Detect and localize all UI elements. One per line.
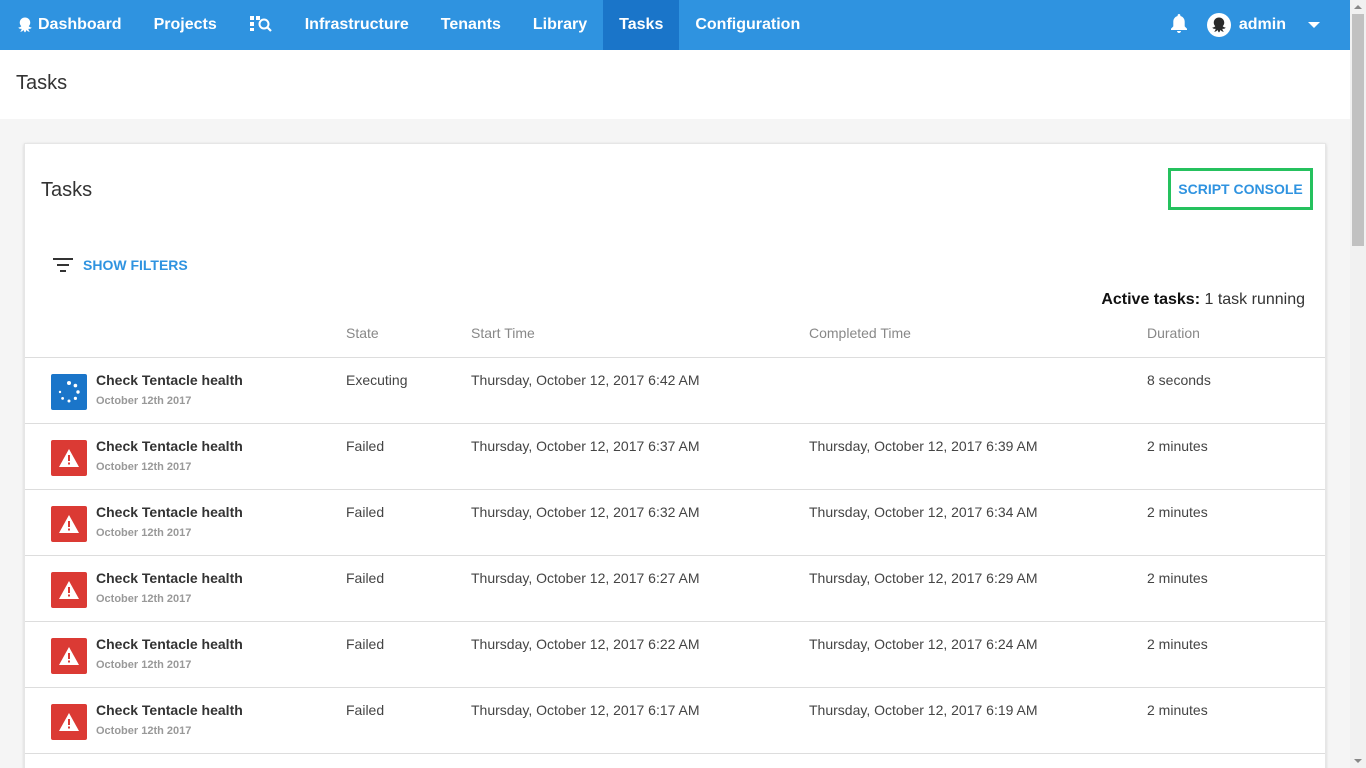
task-completed-time: Thursday, October 12, 2017 6:24 AM	[809, 636, 1038, 652]
task-date: October 12th 2017	[96, 659, 192, 671]
active-tasks-label: Active tasks:	[1101, 291, 1201, 308]
task-duration: 2 minutes	[1147, 504, 1208, 520]
notifications-button[interactable]	[1151, 0, 1207, 50]
task-start-time: Thursday, October 12, 2017 6:22 AM	[471, 636, 700, 652]
warning-icon	[51, 572, 87, 608]
task-date: October 12th 2017	[96, 527, 192, 539]
task-start-time: Thursday, October 12, 2017 6:37 AM	[471, 438, 700, 454]
page-header: Tasks	[0, 50, 1350, 119]
active-tasks-value: 1 task running	[1204, 291, 1305, 308]
task-completed-time: Thursday, October 12, 2017 6:39 AM	[809, 438, 1038, 454]
octopus-icon	[16, 16, 34, 34]
task-name[interactable]: Check Tentacle health	[96, 438, 243, 454]
chevron-down-icon	[1308, 21, 1320, 29]
table-header: State Start Time Completed Time Duration	[25, 324, 1325, 358]
task-duration: 8 seconds	[1147, 372, 1211, 388]
header-completed-time: Completed Time	[809, 325, 911, 341]
header-state: State	[346, 325, 379, 341]
task-start-time: Thursday, October 12, 2017 6:27 AM	[471, 570, 700, 586]
task-duration: 2 minutes	[1147, 570, 1208, 586]
nav-tasks[interactable]: Tasks	[603, 0, 680, 50]
nav-infrastructure[interactable]: Infrastructure	[289, 0, 425, 50]
task-state: Failed	[346, 438, 385, 454]
scroll-down-icon[interactable]	[1350, 754, 1366, 768]
task-start-time: Thursday, October 12, 2017 6:42 AM	[471, 372, 700, 388]
nav-configuration-label: Configuration	[695, 16, 801, 33]
active-tasks-summary: Active tasks: 1 task running	[1101, 291, 1305, 309]
task-name[interactable]: Check Tentacle health	[96, 702, 243, 718]
task-completed-time: Thursday, October 12, 2017 6:19 AM	[809, 702, 1038, 718]
task-duration: 2 minutes	[1147, 438, 1208, 454]
search-resources-icon	[249, 14, 273, 37]
task-name[interactable]: Check Tentacle health	[96, 372, 243, 388]
user-name: admin	[1238, 16, 1286, 33]
scrollbar-thumb[interactable]	[1352, 14, 1364, 246]
task-date: October 12th 2017	[96, 395, 192, 407]
table-row[interactable]: Check Tentacle health October 12th 2017 …	[25, 424, 1325, 490]
tasks-card: Tasks SCRIPT CONSOLE SHOW FILTERS Active…	[24, 143, 1326, 768]
task-state: Failed	[346, 570, 385, 586]
page-title: Tasks	[16, 72, 68, 94]
nav-library[interactable]: Library	[517, 0, 603, 50]
header-start-time: Start Time	[471, 325, 535, 341]
nav-projects-label: Projects	[153, 16, 217, 33]
warning-icon	[51, 506, 87, 542]
task-start-time: Thursday, October 12, 2017 6:32 AM	[471, 504, 700, 520]
filter-icon	[53, 258, 73, 272]
nav-tasks-label: Tasks	[619, 16, 664, 33]
table-row[interactable]: Check Tentacle health October 12th 2017 …	[25, 622, 1325, 688]
task-state: Failed	[346, 702, 385, 718]
nav-projects[interactable]: Projects	[138, 0, 233, 50]
nav-search-resources[interactable]	[233, 0, 289, 50]
table-row[interactable]: Check Tentacle health October 12th 2017 …	[25, 556, 1325, 622]
nav-right: admin	[1151, 0, 1350, 50]
warning-icon	[51, 638, 87, 674]
nav-configuration[interactable]: Configuration	[679, 0, 816, 50]
task-duration: 2 minutes	[1147, 636, 1208, 652]
task-date: October 12th 2017	[96, 593, 192, 605]
table-row[interactable]: Check Tentacle health October 12th 2017 …	[25, 490, 1325, 556]
task-name[interactable]: Check Tentacle health	[96, 504, 243, 520]
task-name[interactable]: Check Tentacle health	[96, 636, 243, 652]
task-date: October 12th 2017	[96, 461, 192, 473]
table-row[interactable]: Check Tentacle health October 12th 2017 …	[25, 688, 1325, 754]
task-state: Failed	[346, 636, 385, 652]
table-row[interactable]: Check Tentacle health October 12th 2017 …	[25, 358, 1325, 424]
nav-tenants-label: Tenants	[440, 16, 501, 33]
nav-tenants[interactable]: Tenants	[425, 0, 517, 50]
nav-library-label: Library	[532, 16, 588, 33]
nav-dashboard-label: Dashboard	[38, 16, 122, 33]
task-date: October 12th 2017	[96, 725, 192, 737]
warning-icon	[51, 440, 87, 476]
vertical-scrollbar[interactable]	[1350, 0, 1366, 768]
show-filters-label: SHOW FILTERS	[83, 257, 188, 273]
bell-icon	[1170, 13, 1188, 38]
nav-infrastructure-label: Infrastructure	[304, 16, 409, 33]
task-state: Executing	[346, 372, 408, 388]
user-menu[interactable]: admin	[1206, 13, 1350, 37]
top-nav: Dashboard Projects Infrastructure Tenant…	[0, 0, 1350, 50]
task-duration: 2 minutes	[1147, 702, 1208, 718]
card-title: Tasks	[41, 179, 93, 201]
scroll-up-icon[interactable]	[1350, 0, 1366, 14]
nav-dashboard[interactable]: Dashboard	[0, 0, 138, 50]
task-state: Failed	[346, 504, 385, 520]
task-start-time: Thursday, October 12, 2017 6:17 AM	[471, 702, 700, 718]
executing-icon	[51, 374, 87, 410]
task-name[interactable]: Check Tentacle health	[96, 570, 243, 586]
show-filters-button[interactable]: SHOW FILTERS	[53, 257, 188, 273]
header-duration: Duration	[1147, 325, 1200, 341]
warning-icon	[51, 704, 87, 740]
script-console-button[interactable]: SCRIPT CONSOLE	[1168, 168, 1313, 210]
task-completed-time: Thursday, October 12, 2017 6:34 AM	[809, 504, 1038, 520]
task-completed-time: Thursday, October 12, 2017 6:29 AM	[809, 570, 1038, 586]
avatar	[1206, 13, 1231, 37]
